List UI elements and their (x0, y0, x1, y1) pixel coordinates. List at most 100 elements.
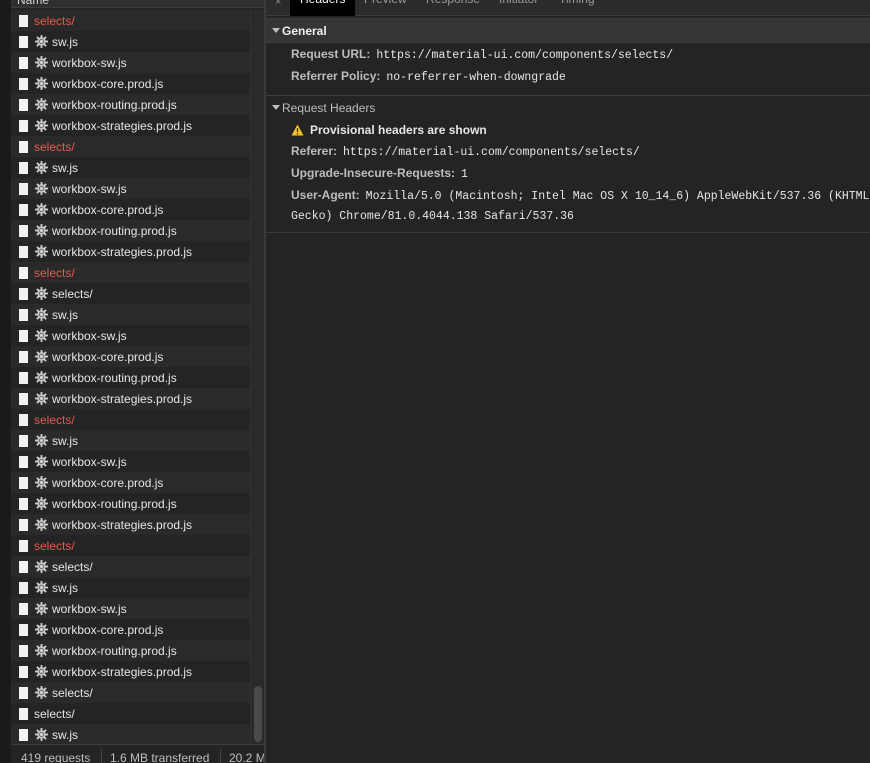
row-checkbox-icon (19, 518, 28, 531)
row-checkbox-icon (19, 434, 28, 447)
request-row[interactable]: workbox-core.prod.js (11, 199, 250, 220)
request-row[interactable]: selects/ (11, 10, 250, 31)
referer-value[interactable]: https://material-ui.com/components/selec… (343, 146, 640, 159)
user-agent-value-continued[interactable]: Gecko) Chrome/81.0.4044.138 Safari/537.3… (291, 210, 574, 223)
row-checkbox-icon (19, 161, 28, 174)
request-name: workbox-strategies.prod.js (52, 391, 193, 406)
request-row[interactable]: workbox-routing.prod.js (11, 220, 250, 241)
tab-timing[interactable]: Timing (549, 0, 605, 16)
gear-icon (34, 371, 48, 385)
request-row[interactable]: sw.js (11, 577, 250, 598)
request-name: selects/ (52, 685, 93, 700)
request-row[interactable]: workbox-routing.prod.js (11, 640, 250, 661)
request-row[interactable]: workbox-core.prod.js (11, 472, 250, 493)
request-row[interactable]: workbox-routing.prod.js (11, 367, 250, 388)
row-checkbox-icon (19, 308, 28, 321)
request-row[interactable]: workbox-strategies.prod.js (11, 514, 250, 535)
request-name: selects/ (52, 286, 93, 301)
row-checkbox-icon (19, 77, 28, 90)
gear-icon (34, 497, 48, 511)
request-row[interactable]: workbox-sw.js (11, 451, 250, 472)
request-row[interactable]: workbox-routing.prod.js (11, 493, 250, 514)
request-row[interactable]: sw.js (11, 430, 250, 451)
request-name: workbox-routing.prod.js (52, 496, 177, 511)
request-row[interactable]: sw.js (11, 304, 250, 325)
request-rows: selects/sw.js workbox-sw.js workbox-core.p… (11, 10, 250, 745)
tab-initiator[interactable]: Initiator (489, 0, 548, 16)
row-checkbox-icon (19, 497, 28, 510)
provisional-headers-text: Provisional headers are shown (310, 123, 487, 137)
provisional-headers-notice: Provisional headers are shown (291, 123, 487, 137)
request-row[interactable]: workbox-strategies.prod.js (11, 115, 250, 136)
request-row[interactable]: selects/ (11, 409, 250, 430)
request-row[interactable]: workbox-routing.prod.js (11, 94, 250, 115)
user-agent-row: User-Agent: Mozilla/5.0 (Macintosh; Intel… (291, 188, 870, 203)
gear-icon (34, 560, 48, 574)
gear-icon (34, 287, 48, 301)
request-list-scrollbar[interactable] (250, 10, 264, 744)
row-checkbox-icon (19, 35, 28, 48)
gear-icon (34, 476, 48, 490)
row-checkbox-icon (19, 119, 28, 132)
request-row[interactable]: workbox-sw.js (11, 52, 250, 73)
request-headers-section-header[interactable]: Request Headers (266, 95, 870, 120)
request-row[interactable]: selects/ (11, 136, 250, 157)
request-row[interactable]: workbox-sw.js (11, 598, 250, 619)
gear-icon (34, 161, 48, 175)
request-row[interactable]: workbox-strategies.prod.js (11, 388, 250, 409)
request-name: selects/ (34, 706, 75, 721)
request-row[interactable]: selects/ (11, 262, 250, 283)
gear-icon (34, 56, 48, 70)
referrer-policy-value[interactable]: no-referrer-when-downgrade (386, 71, 565, 84)
gear-icon (34, 329, 48, 343)
scrollbar-thumb[interactable] (254, 686, 262, 742)
request-row[interactable]: selects/ (11, 283, 250, 304)
request-row[interactable]: sw.js (11, 31, 250, 52)
request-name: selects/ (52, 559, 93, 574)
upgrade-insecure-requests-row: Upgrade-Insecure-Requests: 1 (291, 166, 468, 181)
request-url-row: Request URL: https://material-ui.com/comp… (291, 47, 673, 62)
collapse-triangle-icon (272, 105, 280, 110)
name-column-header[interactable]: Name (11, 0, 264, 8)
request-headers-section-title: Request Headers (282, 101, 376, 115)
request-row[interactable]: selects/ (11, 682, 250, 703)
gear-icon (34, 581, 48, 595)
warning-icon (291, 124, 304, 136)
row-checkbox-icon (19, 581, 28, 594)
upgrade-insecure-requests-value[interactable]: 1 (461, 168, 468, 181)
request-row[interactable]: workbox-sw.js (11, 178, 250, 199)
request-row[interactable]: workbox-core.prod.js (11, 619, 250, 640)
request-row[interactable]: selects/ (11, 556, 250, 577)
request-row[interactable]: sw.js (11, 724, 250, 745)
row-checkbox-icon (19, 350, 28, 363)
row-checkbox-icon (19, 245, 28, 258)
gear-icon (34, 119, 48, 133)
gear-icon (34, 35, 48, 49)
request-row[interactable]: selects/ (11, 703, 250, 724)
request-name: workbox-sw.js (52, 55, 127, 70)
request-row[interactable]: workbox-strategies.prod.js (11, 241, 250, 262)
request-row[interactable]: sw.js (11, 157, 250, 178)
upgrade-insecure-requests-label: Upgrade-Insecure-Requests: (291, 166, 456, 180)
request-count: 419 requests (21, 751, 91, 763)
request-name: sw.js (52, 307, 79, 322)
request-name: workbox-core.prod.js (52, 202, 164, 217)
tab-preview[interactable]: Preview (354, 0, 417, 16)
tab-headers[interactable]: Headers (290, 0, 356, 16)
gear-icon (34, 518, 48, 532)
tab-response[interactable]: Response (416, 0, 490, 16)
general-section-header[interactable]: General (266, 18, 870, 43)
request-name: selects/ (34, 412, 75, 427)
user-agent-value[interactable]: Mozilla/5.0 (Macintosh; Intel Mac OS X 1… (366, 190, 870, 203)
gear-icon (34, 203, 48, 217)
request-row[interactable]: workbox-strategies.prod.js (11, 661, 250, 682)
request-row[interactable]: selects/ (11, 535, 250, 556)
request-row[interactable]: workbox-core.prod.js (11, 73, 250, 94)
gear-icon (34, 665, 48, 679)
request-row[interactable]: workbox-sw.js (11, 325, 250, 346)
request-row[interactable]: workbox-core.prod.js (11, 346, 250, 367)
close-icon[interactable]: × (275, 0, 281, 8)
request-url-value[interactable]: https://material-ui.com/components/selec… (376, 49, 673, 62)
transferred-size: 1.6 MB transferred (110, 751, 210, 763)
gear-icon (34, 98, 48, 112)
